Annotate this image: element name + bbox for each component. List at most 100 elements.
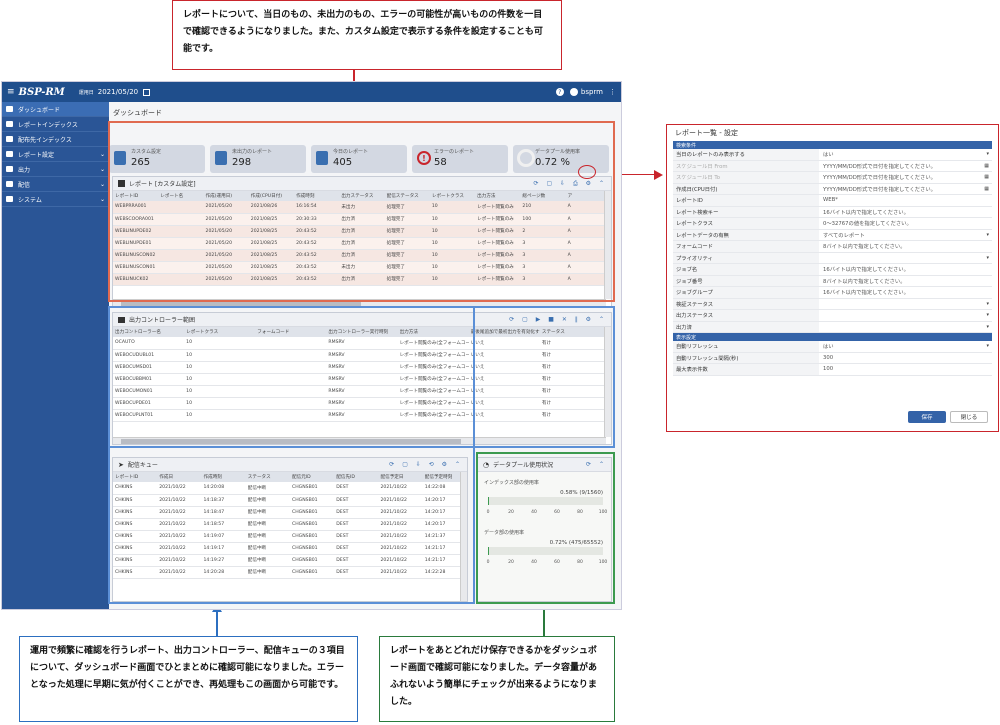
column-header[interactable]: レポートクラス xyxy=(429,191,476,201)
column-header[interactable]: レポートID xyxy=(113,472,158,482)
column-header[interactable]: 配信予定日 xyxy=(378,472,423,482)
chevron-down-icon[interactable]: ▾ xyxy=(986,255,989,261)
setting-input[interactable]: ▾ xyxy=(819,322,992,333)
card-custom[interactable]: カスタム設定 265 xyxy=(109,145,205,173)
table-row[interactable]: WEBLINUSCON02 2021/05/20 2021/08/25 20:43:5… xyxy=(113,249,611,262)
setting-input[interactable]: はい ▾ xyxy=(819,149,992,160)
setting-input[interactable]: WEB* xyxy=(819,195,992,206)
calendar-icon[interactable]: ▦ xyxy=(984,174,989,180)
setting-input[interactable]: ▾ xyxy=(819,310,992,321)
column-header[interactable]: 出力方法 xyxy=(397,327,469,337)
column-header[interactable]: 配信元ID xyxy=(290,472,335,482)
column-header[interactable]: 配信先ID xyxy=(334,472,379,482)
column-header[interactable]: 作成日 xyxy=(157,472,202,482)
column-header[interactable]: レポートクラス xyxy=(184,327,256,337)
table-row[interactable]: CHKINS 2021/10/22 14:19:07 配信中断 CHGNSB01 DEST… xyxy=(113,530,467,543)
setting-input[interactable]: はい ▾ xyxy=(819,341,992,352)
column-header[interactable]: 出力コントローラー実行時刻 xyxy=(326,327,398,337)
table-row[interactable]: WEBLINUSCON01 2021/05/20 2021/08/25 20:43:5… xyxy=(113,261,611,274)
column-header[interactable]: ステータス xyxy=(539,327,611,337)
setting-input[interactable]: 8バイト以内で指定してください。 xyxy=(819,241,992,252)
table-row[interactable]: WEBOCUMON0110 RMSRVレポート閲覧のみ(全フォームコード対象)いい… xyxy=(113,385,611,398)
column-header[interactable]: レポート名 xyxy=(158,191,204,201)
table-row[interactable]: WEBOCUPDE0110 RMSRVレポート閲覧のみ(全フォームコード対象)いい… xyxy=(113,397,611,410)
panel-tools[interactable]: ⟳ ▢ ⇩ ⟲ ⚙ ⌃ xyxy=(389,461,463,468)
report-vscroll[interactable] xyxy=(604,191,611,299)
table-row[interactable]: OCAUTO10 RMSRVレポート閲覧のみ(全フォームコード対象)いいえ有け xyxy=(113,337,611,350)
calendar-icon[interactable] xyxy=(143,88,151,96)
calendar-icon[interactable]: ▦ xyxy=(984,186,989,192)
setting-input[interactable]: YYYY/MM/DD形式で日付を指定してください。 ▦ xyxy=(819,172,992,183)
table-row[interactable]: WEBLINUCK02 2021/05/20 2021/08/25 20:43:52 出… xyxy=(113,273,611,286)
column-header[interactable]: 出力方法 xyxy=(475,191,521,201)
chevron-down-icon[interactable]: ▾ xyxy=(986,312,989,318)
column-header[interactable]: 作成(運用日) xyxy=(203,191,249,201)
table-row[interactable]: WEBPRRA001 2021/05/20 2021/08/26 16:16:54 未出… xyxy=(113,201,611,214)
card-today[interactable]: 今日のレポート 405 xyxy=(311,145,407,173)
more-icon[interactable]: ⋮ xyxy=(609,88,616,96)
column-header[interactable]: 配信ステータス xyxy=(384,191,430,201)
output-hscroll[interactable] xyxy=(113,437,606,444)
chevron-down-icon[interactable]: ▾ xyxy=(986,232,989,238)
setting-input[interactable]: 8バイト以内で指定してください。 xyxy=(819,276,992,287)
help-icon[interactable]: ? xyxy=(555,88,564,96)
sidebar-item-system[interactable]: システム ⌄ xyxy=(2,192,109,207)
table-row[interactable]: CHKINS 2021/10/22 14:18:47 配信中断 CHGNSB01 DEST… xyxy=(113,506,467,519)
table-row[interactable]: WEBLINUPDE01 2021/05/20 2021/08/25 20:43:52… xyxy=(113,237,611,250)
table-row[interactable]: CHKINS 2021/10/22 14:18:57 配信中断 CHGNSB01 DEST… xyxy=(113,518,467,531)
column-header[interactable]: 最後尾追加で最初出力を有効化する xyxy=(468,327,540,337)
setting-input[interactable]: 300 xyxy=(819,353,992,364)
column-header[interactable]: フォームコード xyxy=(255,327,327,337)
column-header[interactable]: ステータス xyxy=(245,472,290,482)
table-row[interactable]: WEBOCUDUBL0110 RMSRVレポート閲覧のみ(全フォームコード対象)い… xyxy=(113,349,611,362)
table-row[interactable]: CHKINS 2021/10/22 14:18:37 配信中断 CHGNSB01 DEST… xyxy=(113,494,467,507)
chevron-down-icon[interactable]: ▾ xyxy=(986,301,989,307)
setting-input[interactable]: すべてのレポート ▾ xyxy=(819,230,992,241)
table-row[interactable]: CHKINS 2021/10/22 14:20:28 配信中断 CHGNSB01 DEST… xyxy=(113,566,467,579)
column-header[interactable]: 出力ステータス xyxy=(339,191,385,201)
setting-input[interactable]: 0～32767の値を指定してください。 xyxy=(819,218,992,229)
setting-input[interactable]: 16バイト以内で指定してください。 xyxy=(819,264,992,275)
column-header[interactable]: レポートID xyxy=(113,191,159,201)
sidebar-item-report-settings[interactable]: レポート設定 ⌄ xyxy=(2,147,109,162)
sidebar-item-report-index[interactable]: レポートインデックス xyxy=(2,117,109,132)
table-row[interactable]: WEBOCUPLNT0110 RMSRVレポート閲覧のみ(全フォームコード対象)い… xyxy=(113,409,611,422)
table-row[interactable]: CHKINS 2021/10/22 14:20:08 配信中断 CHGNSB01 DEST… xyxy=(113,482,467,495)
column-header[interactable]: 出力コントローラー名 xyxy=(113,327,185,337)
setting-input[interactable]: 16バイト以内で指定してください。 xyxy=(819,207,992,218)
sidebar-item-output[interactable]: 出力 ⌄ xyxy=(2,162,109,177)
table-row[interactable]: CHKINS 2021/10/22 14:19:27 配信中断 CHGNSB01 DEST… xyxy=(113,554,467,567)
sidebar-item-delivery[interactable]: 配信 ⌄ xyxy=(2,177,109,192)
chevron-down-icon[interactable]: ▾ xyxy=(986,151,989,157)
save-button[interactable]: 保存 xyxy=(908,411,946,423)
card-datapool[interactable]: データプール使用率 0.72 % xyxy=(513,145,609,173)
table-row[interactable]: WEBOCUBBM0110 RMSRVレポート閲覧のみ(全フォームコード対象)いい… xyxy=(113,373,611,386)
scroll-thumb[interactable] xyxy=(121,301,361,306)
setting-input[interactable]: ▾ xyxy=(819,299,992,310)
table-row[interactable]: WEBOCUMSD0110 RMSRVレポート閲覧のみ(全フォームコード対象)いい… xyxy=(113,361,611,374)
setting-input[interactable]: 16バイト以内で指定してください。 xyxy=(819,287,992,298)
card-unoutput[interactable]: 未出力のレポート 298 xyxy=(210,145,306,173)
table-row[interactable]: WEBLINUPDE02 2021/05/20 2021/08/25 20:43:52… xyxy=(113,225,611,238)
panel-tools[interactable]: ⟳ ▢ ⇩ ⎙ ⚙ ⌃ xyxy=(534,180,607,188)
column-header[interactable]: 総ページ数 xyxy=(520,191,566,201)
sidebar-item-distribution-index[interactable]: 配布先インデックス xyxy=(2,132,109,147)
user-icon[interactable] xyxy=(569,88,578,96)
panel-tools[interactable]: ⟳ ▢ ▶ ■ ✕ ∥ ⚙ ⌃ xyxy=(509,316,607,323)
close-button[interactable]: 閉じる xyxy=(950,411,988,423)
setting-input[interactable]: ▾ xyxy=(819,253,992,264)
card-error[interactable]: ! エラーのレポート 58 xyxy=(412,145,508,173)
setting-input[interactable]: YYYY/MM/DD形式で日付を指定してください。 ▦ xyxy=(819,184,992,195)
output-vscroll[interactable] xyxy=(604,327,611,437)
calendar-icon[interactable]: ▦ xyxy=(984,163,989,169)
scroll-thumb[interactable] xyxy=(121,439,461,444)
table-row[interactable]: WEBSCOORA001 2021/05/20 2021/08/25 20:30:33… xyxy=(113,213,611,226)
table-row[interactable]: CHKINS 2021/10/22 14:19:17 配信中断 CHGNSB01 DEST… xyxy=(113,542,467,555)
menu-icon[interactable]: ≡ xyxy=(7,87,15,97)
setting-input[interactable]: YYYY/MM/DD形式で日付を指定してください。 ▦ xyxy=(819,161,992,172)
chevron-down-icon[interactable]: ▾ xyxy=(986,343,989,349)
column-header[interactable]: 作成時刻 xyxy=(294,191,340,201)
chevron-down-icon[interactable]: ▾ xyxy=(986,324,989,330)
panel-tools[interactable]: ⟳ ⌃ xyxy=(586,461,607,468)
column-header[interactable]: 作成時刻 xyxy=(201,472,246,482)
